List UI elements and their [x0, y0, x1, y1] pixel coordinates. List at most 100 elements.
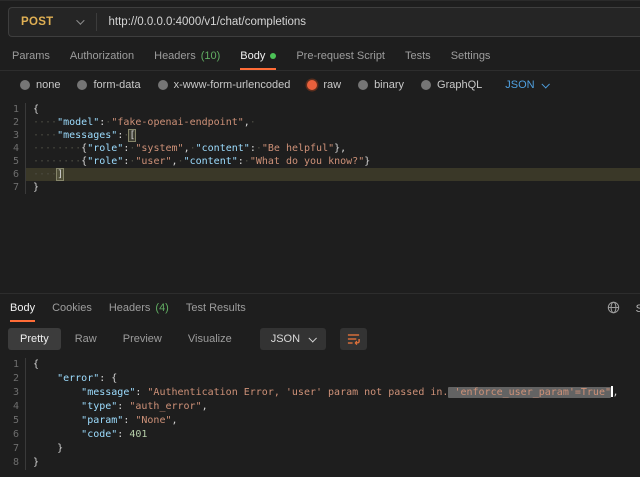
response-tab-cookies[interactable]: Cookies [52, 294, 92, 322]
tab-label: Pre-request Script [296, 50, 385, 62]
radio-icon [307, 80, 317, 90]
status-text-clipped: S [636, 303, 640, 315]
unsaved-dot-icon [270, 53, 276, 59]
body-type-x-www-form-urlencoded[interactable]: x-www-form-urlencoded [158, 79, 291, 91]
radio-icon [158, 80, 168, 90]
tab-body[interactable]: Body [240, 42, 276, 70]
method-dropdown[interactable] [76, 16, 82, 28]
response-tab-body[interactable]: Body [10, 294, 35, 322]
request-body-editor[interactable]: 1{2····"model":·"fake-openai-endpoint",·… [0, 99, 640, 294]
line-number: 3 [0, 386, 26, 400]
tab-label: Settings [451, 50, 491, 62]
view-raw-button[interactable]: Raw [63, 328, 109, 350]
code-line-3[interactable]: 3 "message": "Authentication Error, 'use… [0, 386, 640, 400]
code-line-7[interactable]: 7} [0, 181, 640, 194]
request-url-row: POST http://0.0.0.0:4000/v1/chat/complet… [0, 0, 640, 42]
line-number: 2 [0, 372, 26, 386]
chevron-down-icon [309, 334, 317, 342]
view-pretty-button[interactable]: Pretty [8, 328, 61, 350]
view-preview-button[interactable]: Preview [111, 328, 174, 350]
code-line-2[interactable]: 2····"model":·"fake-openai-endpoint",· [0, 116, 640, 129]
response-toolbar: PrettyRawPreviewVisualize JSON [0, 322, 640, 355]
code-line-6[interactable]: 6····] [0, 168, 640, 181]
chevron-down-icon [541, 80, 549, 88]
code-content: ········{"role":·"system",·"content":·"B… [26, 142, 640, 155]
line-number: 1 [0, 358, 26, 372]
view-visualize-button[interactable]: Visualize [176, 328, 244, 350]
line-number: 8 [0, 456, 26, 470]
body-type-binary[interactable]: binary [358, 79, 404, 91]
tab-settings[interactable]: Settings [451, 42, 491, 70]
code-line-6[interactable]: 6 "code": 401 [0, 428, 640, 442]
line-number: 7 [0, 181, 26, 194]
tab-tests[interactable]: Tests [405, 42, 431, 70]
response-body-editor[interactable]: 1{2 "error": {3 "message": "Authenticati… [0, 355, 640, 476]
response-format-label: JSON [271, 333, 300, 345]
tab-authorization[interactable]: Authorization [70, 42, 134, 70]
response-meta [607, 301, 620, 314]
body-format-select[interactable]: JSON [505, 79, 547, 91]
line-number: 2 [0, 116, 26, 129]
tab-label: Body [10, 302, 35, 314]
code-line-8[interactable]: 8} [0, 456, 640, 470]
code-content: { [26, 103, 640, 116]
radio-label: raw [323, 79, 341, 91]
selected-text: 'enforce_user_param'=True" [448, 387, 611, 398]
wrap-text-icon [346, 332, 361, 346]
body-type-form-data[interactable]: form-data [77, 79, 140, 91]
body-type-raw[interactable]: raw [307, 79, 341, 91]
request-tabs: Params Authorization Headers(10) Body Pre-re… [0, 42, 640, 71]
line-number: 6 [0, 168, 26, 181]
radio-label: form-data [93, 79, 140, 91]
code-line-1[interactable]: 1{ [0, 103, 640, 116]
code-line-4[interactable]: 4 "type": "auth_error", [0, 400, 640, 414]
line-number: 4 [0, 142, 26, 155]
chevron-down-icon [76, 16, 84, 24]
divider [96, 13, 97, 31]
code-content: "error": { [26, 372, 640, 386]
url-input[interactable]: http://0.0.0.0:4000/v1/chat/completions [109, 16, 307, 28]
line-number: 4 [0, 400, 26, 414]
code-content: "type": "auth_error", [26, 400, 640, 414]
code-content: ····"model":·"fake-openai-endpoint",· [26, 116, 640, 129]
tab-label: Body [240, 50, 265, 62]
response-format-select[interactable]: JSON [260, 328, 326, 350]
line-number: 6 [0, 428, 26, 442]
code-line-5[interactable]: 5········{"role":·"user",·"content":·"Wh… [0, 155, 640, 168]
code-content: { [26, 358, 640, 372]
tab-headers[interactable]: Headers(10) [154, 42, 220, 70]
code-content: ········{"role":·"user",·"content":·"Wha… [26, 155, 640, 168]
method-label: POST [9, 16, 54, 28]
response-tab-test-results[interactable]: Test Results [186, 294, 246, 322]
radio-label: GraphQL [437, 79, 482, 91]
body-type-graphql[interactable]: GraphQL [421, 79, 482, 91]
tab-count: (10) [201, 50, 221, 62]
line-number: 1 [0, 103, 26, 116]
url-bar: POST http://0.0.0.0:4000/v1/chat/complet… [8, 7, 640, 37]
response-tab-headers[interactable]: Headers(4) [109, 294, 169, 322]
code-line-2[interactable]: 2 "error": { [0, 372, 640, 386]
code-line-3[interactable]: 3····"messages":·[ [0, 129, 640, 142]
tab-label: Test Results [186, 302, 246, 314]
wrap-text-button[interactable] [340, 328, 367, 350]
line-number: 5 [0, 414, 26, 428]
globe-icon[interactable] [607, 301, 620, 314]
tab-params[interactable]: Params [12, 42, 50, 70]
tab-pre-request-script[interactable]: Pre-request Script [296, 42, 385, 70]
radio-label: none [36, 79, 60, 91]
code-line-4[interactable]: 4········{"role":·"system",·"content":·"… [0, 142, 640, 155]
code-content: } [26, 442, 640, 456]
code-line-7[interactable]: 7 } [0, 442, 640, 456]
tab-count: (4) [155, 302, 168, 314]
line-number: 7 [0, 442, 26, 456]
response-view-buttons: PrettyRawPreviewVisualize [8, 328, 244, 350]
body-type-row: none form-data x-www-form-urlencoded raw bin… [0, 71, 640, 99]
code-line-1[interactable]: 1{ [0, 358, 640, 372]
body-type-none[interactable]: none [20, 79, 60, 91]
line-number: 5 [0, 155, 26, 168]
code-content: ····] [26, 168, 640, 181]
tab-label: Tests [405, 50, 431, 62]
code-content: "param": "None", [26, 414, 640, 428]
code-line-5[interactable]: 5 "param": "None", [0, 414, 640, 428]
tab-label: Cookies [52, 302, 92, 314]
